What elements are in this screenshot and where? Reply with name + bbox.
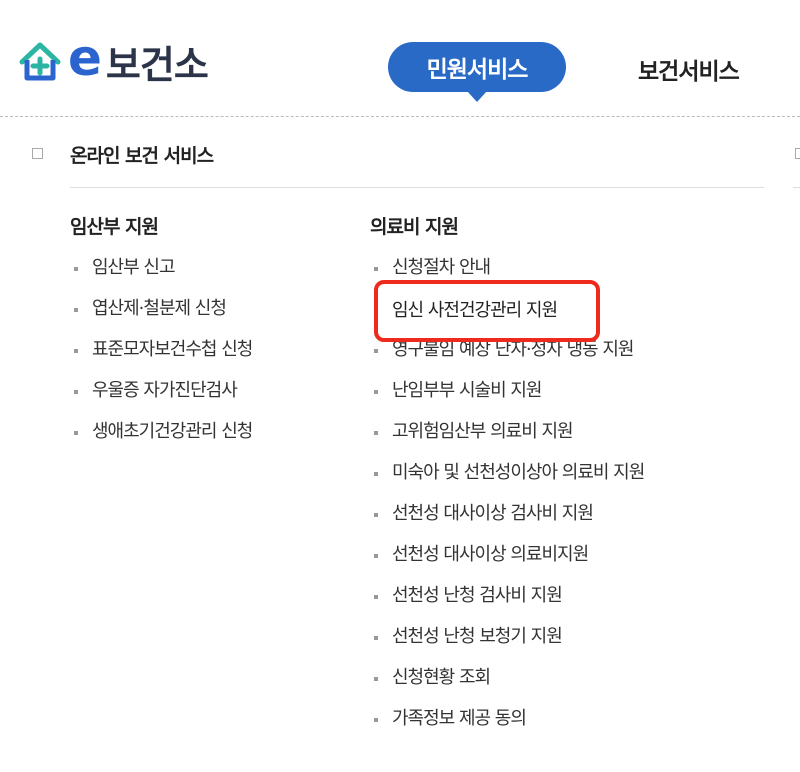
logo-text: 보건소 <box>105 43 209 87</box>
menu-link[interactable]: 선천성 대사이상 검사비 지원 <box>370 503 644 544</box>
maternity-support-column: 임산부 지원 임산부 신고 엽산제·철분제 신청 표준모자보건수첩 신청 우울증… <box>70 213 253 462</box>
menu-link[interactable]: 난임부부 시술비 지원 <box>370 380 644 421</box>
menu-link[interactable]: 고위험임산부 의료비 지원 <box>370 421 644 462</box>
menu-link[interactable]: 우울증 자가진단검사 <box>70 380 252 421</box>
menu-link[interactable]: 표준모자보건수첩 신청 <box>70 339 253 380</box>
menu-link[interactable]: 선천성 대사이상 의료비지원 <box>370 544 644 585</box>
highlighted-menu-link[interactable]: 임신 사전건강관리 지원 <box>392 296 558 322</box>
home-cross-icon <box>19 42 61 80</box>
section-title: 온라인 보건 서비스 <box>70 145 214 167</box>
menu-link[interactable]: 신청현황 조회 <box>370 667 644 708</box>
logo-letter: e <box>68 28 102 87</box>
section-divider <box>70 187 764 188</box>
section-bullet-icon <box>32 148 43 159</box>
menu-link[interactable]: 생애초기건강관리 신청 <box>70 421 253 462</box>
section-bullet-icon <box>795 148 800 159</box>
menu-link[interactable]: 엽산제·철분제 신청 <box>70 298 252 339</box>
tab-civil-service[interactable]: 민원서비스 <box>388 42 566 102</box>
tab-health-service[interactable]: 보건서비스 <box>638 52 740 86</box>
site-logo[interactable]: e 보건소 <box>18 28 209 89</box>
menu-link[interactable]: 가족정보 제공 동의 <box>370 708 644 749</box>
menu-link[interactable]: 선천성 난청 보청기 지원 <box>370 626 644 667</box>
menu-link[interactable]: 영구불임 예상 난자·정자 냉동 지원 <box>370 339 644 380</box>
column-title: 임산부 지원 <box>70 216 159 238</box>
menu-link[interactable]: 임산부 신고 <box>70 257 252 298</box>
header-divider <box>0 116 800 117</box>
section-divider <box>793 187 800 188</box>
menu-link[interactable]: 미숙아 및 선천성이상아 의료비 지원 <box>370 462 645 503</box>
column-title: 의료비 지원 <box>370 216 459 238</box>
menu-link[interactable]: 선천성 난청 검사비 지원 <box>370 585 644 626</box>
